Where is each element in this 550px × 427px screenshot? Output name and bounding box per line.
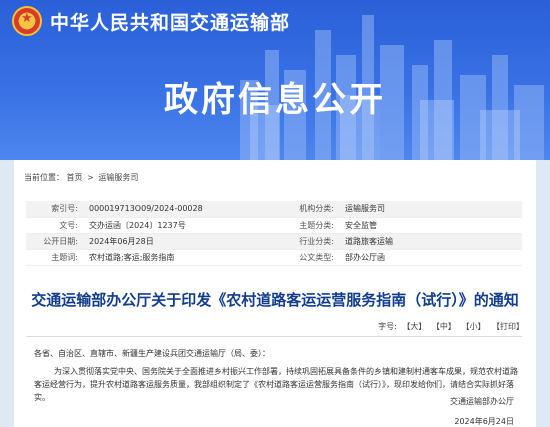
print-button[interactable]: 【打印】 (492, 322, 524, 331)
table-row: 主题词: 农村道路;客运;服务指南 公文类型: 部办公厅函 (26, 249, 522, 266)
meta-value: 交办运函〔2024〕1237号 (86, 217, 266, 234)
meta-value: 000019713O09/2024-00028 (86, 201, 266, 218)
meta-value: 安全监管 (342, 217, 522, 234)
meta-value: 部办公厅函 (342, 249, 522, 266)
document-title: 交通运输部办公厅关于印发《农村道路客运运营服务指南（试行）》的通知 (31, 291, 519, 309)
font-size-label: 字号: (378, 322, 397, 331)
meta-value: 运输服务司 (342, 201, 522, 218)
meta-value: 道路旅客运输 (342, 233, 522, 250)
divider (26, 336, 522, 337)
font-size-controls: 字号: 【大】 【中】 【小】 【打印】 (378, 321, 524, 332)
font-size-medium-button[interactable]: 【中】 (432, 322, 456, 331)
salutation: 各省、自治区、直辖市、新疆生产建设兵团交通运输厅（局、委）： (34, 349, 270, 358)
breadcrumb-home-link[interactable]: 首页 (67, 173, 83, 182)
meta-key: 机构分类: (266, 201, 342, 218)
meta-value: 2024年06月28日 (86, 233, 266, 250)
meta-value: 农村道路;客运;服务指南 (86, 249, 266, 266)
meta-key: 行业分类: (266, 233, 342, 250)
meta-key: 主题分类: (266, 217, 342, 234)
table-row: 文号: 交办运函〔2024〕1237号 主题分类: 安全监管 (26, 217, 522, 234)
content-card: 当前位置： 首页 > 运输服务司 索引号: 000019713O09/2024-… (14, 160, 536, 427)
document-metadata-table: 索引号: 000019713O09/2024-00028 机构分类: 运输服务司… (26, 201, 522, 266)
meta-key: 公开日期: (26, 233, 86, 250)
breadcrumb-department-link[interactable]: 运输服务司 (98, 173, 138, 182)
table-row: 索引号: 000019713O09/2024-00028 机构分类: 运输服务司 (26, 201, 522, 218)
font-size-small-button[interactable]: 【小】 (461, 322, 485, 331)
breadcrumb-separator: > (87, 173, 94, 182)
breadcrumb: 当前位置： 首页 > 运输服务司 (24, 172, 138, 183)
meta-key: 公文类型: (266, 249, 342, 266)
signature: 交通运输部办公厅 (450, 397, 514, 406)
table-row: 公开日期: 2024年06月28日 行业分类: 道路旅客运输 (26, 233, 522, 250)
signature-date: 2024年6月24日 (454, 417, 514, 426)
breadcrumb-label: 当前位置： (24, 173, 64, 182)
ministry-name[interactable]: 中华人民共和国交通运输部 (50, 8, 290, 35)
section-title: 政府信息公开 (164, 80, 386, 120)
meta-key: 主题词: (26, 249, 86, 266)
meta-key: 文号: (26, 217, 86, 234)
font-size-large-button[interactable]: 【大】 (402, 322, 426, 331)
national-emblem-icon (12, 6, 42, 36)
header-banner: 中华人民共和国交通运输部 政府信息公开 (0, 0, 550, 160)
meta-key: 索引号: (26, 201, 86, 218)
